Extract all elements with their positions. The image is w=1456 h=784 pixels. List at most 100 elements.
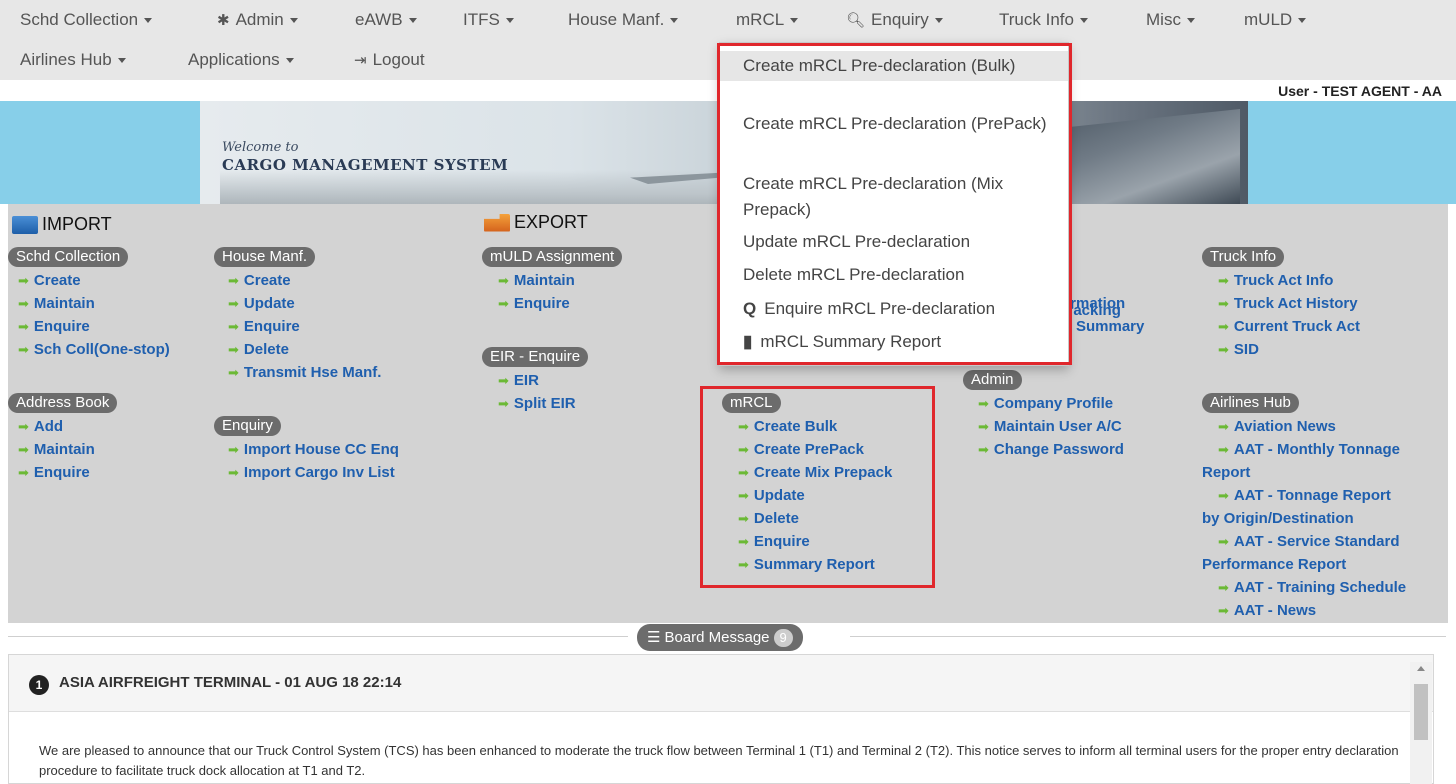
link-aviation-news[interactable]: ➡ Aviation News: [1218, 416, 1336, 438]
link-aat-service-standard-wrap[interactable]: Performance Report: [1202, 554, 1346, 576]
group-admin: Admin: [963, 370, 1022, 390]
dd-create-prepack[interactable]: Create mRCL Pre-declaration (PrePack): [720, 111, 1068, 137]
user-label: User - TEST AGENT - AA: [1278, 83, 1442, 99]
nav-eawb[interactable]: eAWB: [355, 0, 417, 40]
arrow-right-icon: ➡: [228, 342, 239, 357]
link-aat-news[interactable]: ➡ AAT - News: [1218, 600, 1316, 622]
board-message-tab[interactable]: ☰ Board Message 9: [637, 624, 803, 651]
link-mrcl-delete[interactable]: ➡ Delete: [738, 508, 799, 530]
link-current-truck-act[interactable]: ➡ Current Truck Act: [1218, 316, 1360, 338]
list-icon: ☰: [647, 629, 661, 646]
link-address-enquire[interactable]: ➡ Enquire: [18, 462, 90, 484]
board-message-panel: 1 ASIA AIRFREIGHT TERMINAL - 01 AUG 18 2…: [8, 654, 1434, 784]
dd-update[interactable]: Update mRCL Pre-declaration: [720, 229, 1068, 255]
group-airlines-hub: Airlines Hub: [1202, 393, 1299, 413]
link-label: AAT - Service Standard: [1233, 533, 1400, 550]
scrollbar[interactable]: [1410, 662, 1432, 784]
link-address-maintain[interactable]: ➡ Maintain: [18, 439, 95, 461]
nav-admin[interactable]: ✱ Admin: [217, 0, 298, 40]
arrow-right-icon: ➡: [18, 273, 29, 288]
nav-truck-info[interactable]: Truck Info: [999, 0, 1088, 40]
arrow-right-icon: ➡: [1218, 419, 1229, 434]
link-label: Company Profile: [993, 395, 1114, 412]
arrow-right-icon: ➡: [1218, 488, 1229, 503]
link-schd-maintain[interactable]: ➡ Maintain: [18, 293, 95, 315]
nav-house-manf[interactable]: House Manf.: [568, 0, 679, 40]
arrow-right-icon: ➡: [228, 465, 239, 480]
link-address-add[interactable]: ➡ Add: [18, 416, 63, 438]
nav-muld[interactable]: mULD: [1244, 0, 1307, 40]
link-company-profile[interactable]: ➡ Company Profile: [978, 393, 1113, 415]
arrow-right-icon: ➡: [978, 442, 989, 457]
dd-create-mix-prepack[interactable]: Create mRCL Pre-declaration (Mix Prepack…: [720, 171, 1068, 223]
nav-logout[interactable]: ⇥ Logout: [354, 40, 425, 80]
link-aat-training[interactable]: ➡ AAT - Training Schedule: [1218, 577, 1406, 599]
link-sid[interactable]: ➡ SID: [1218, 339, 1259, 361]
nav-enquiry[interactable]: 🔍︎ Enquiry: [846, 0, 943, 40]
arrow-right-icon: ➡: [228, 442, 239, 457]
nav-misc[interactable]: Misc: [1146, 0, 1195, 40]
link-label: AAT - Monthly Tonnage: [1233, 441, 1400, 458]
link-hm-transmit[interactable]: ➡ Transmit Hse Manf.: [228, 362, 381, 384]
arrow-right-icon: ➡: [228, 319, 239, 334]
dd-label: mRCL Summary Report: [760, 332, 942, 351]
link-truck-act-history[interactable]: ➡ Truck Act History: [1218, 293, 1358, 315]
truck-icon: [484, 213, 510, 232]
link-aat-tonnage-origin-wrap[interactable]: by Origin/Destination: [1202, 508, 1354, 530]
link-schd-create[interactable]: ➡ Create: [18, 270, 81, 292]
link-hm-update[interactable]: ➡ Update: [228, 293, 295, 315]
link-mrcl-create-prepack[interactable]: ➡ Create PrePack: [738, 439, 864, 461]
dd-summary-report[interactable]: ▮ mRCL Summary Report: [720, 329, 1068, 355]
link-label: Add: [33, 418, 64, 435]
link-label: Enquire: [513, 295, 570, 312]
link-muld-maintain[interactable]: ➡ Maintain: [498, 270, 575, 292]
arrow-right-icon: ➡: [978, 396, 989, 411]
nav-itfs[interactable]: ITFS: [463, 0, 514, 40]
arrow-right-icon: ➡: [738, 511, 749, 526]
link-hm-create[interactable]: ➡ Create: [228, 270, 291, 292]
link-schd-enquire[interactable]: ➡ Enquire: [18, 316, 90, 338]
link-label: Maintain: [33, 295, 95, 312]
link-aat-tonnage-origin[interactable]: ➡ AAT - Tonnage Report: [1218, 485, 1391, 507]
nav-mrcl[interactable]: mRCL: [720, 0, 824, 40]
dd-enquire[interactable]: Q Enquire mRCL Pre-declaration: [720, 296, 1068, 322]
link-import-house-cc[interactable]: ➡ Import House CC Enq: [228, 439, 399, 461]
link-hm-delete[interactable]: ➡ Delete: [228, 339, 289, 361]
scroll-thumb[interactable]: [1414, 684, 1428, 740]
dd-delete[interactable]: Delete mRCL Pre-declaration: [720, 262, 1068, 288]
link-maintain-user[interactable]: ➡ Maintain User A/C: [978, 416, 1122, 438]
link-eir[interactable]: ➡ EIR: [498, 370, 539, 392]
link-aat-service-standard[interactable]: ➡ AAT - Service Standard: [1218, 531, 1400, 553]
link-mrcl-create-mix[interactable]: ➡ Create Mix Prepack: [738, 462, 892, 484]
link-label: Create: [243, 272, 291, 289]
scroll-up-icon[interactable]: [1417, 666, 1425, 671]
link-label: AAT - Training Schedule: [1233, 579, 1407, 596]
message-header[interactable]: 1 ASIA AIRFREIGHT TERMINAL - 01 AUG 18 2…: [9, 655, 1433, 712]
link-split-eir[interactable]: ➡ Split EIR: [498, 393, 576, 415]
link-mrcl-summary[interactable]: ➡ Summary Report: [738, 554, 875, 576]
link-summary[interactable]: Summary: [1076, 316, 1144, 338]
link-mrcl-update[interactable]: ➡ Update: [738, 485, 805, 507]
link-aat-monthly-tonnage[interactable]: ➡ AAT - Monthly Tonnage: [1218, 439, 1400, 461]
arrow-right-icon: ➡: [228, 273, 239, 288]
link-mrcl-create-bulk[interactable]: ➡ Create Bulk: [738, 416, 837, 438]
link-muld-enquire[interactable]: ➡ Enquire: [498, 293, 570, 315]
gear-icon: ✱: [217, 12, 230, 29]
nav-airlines-hub[interactable]: Airlines Hub: [20, 40, 126, 80]
link-import-cargo-inv[interactable]: ➡ Import Cargo Inv List: [228, 462, 395, 484]
link-schd-one-stop[interactable]: ➡ Sch Coll(One-stop): [18, 339, 170, 361]
link-mrcl-enquire[interactable]: ➡ Enquire: [738, 531, 810, 553]
export-heading-label: EXPORT: [514, 212, 588, 232]
nav-schd-collection[interactable]: Schd Collection: [20, 0, 153, 40]
dd-create-bulk[interactable]: Create mRCL Pre-declaration (Bulk): [720, 51, 1068, 81]
link-label: AAT - Tonnage Report: [1233, 487, 1391, 504]
link-truck-act-info[interactable]: ➡ Truck Act Info: [1218, 270, 1333, 292]
nav-applications[interactable]: Applications: [188, 40, 294, 80]
nav-label: Schd Collection: [20, 10, 139, 29]
link-aat-monthly-tonnage-wrap[interactable]: Report: [1202, 462, 1250, 484]
link-change-password[interactable]: ➡ Change Password: [978, 439, 1124, 461]
link-hm-enquire[interactable]: ➡ Enquire: [228, 316, 300, 338]
nav-label: House Manf.: [568, 10, 665, 29]
link-label: Enquire: [243, 318, 300, 335]
banner-runway-image: [220, 170, 740, 204]
